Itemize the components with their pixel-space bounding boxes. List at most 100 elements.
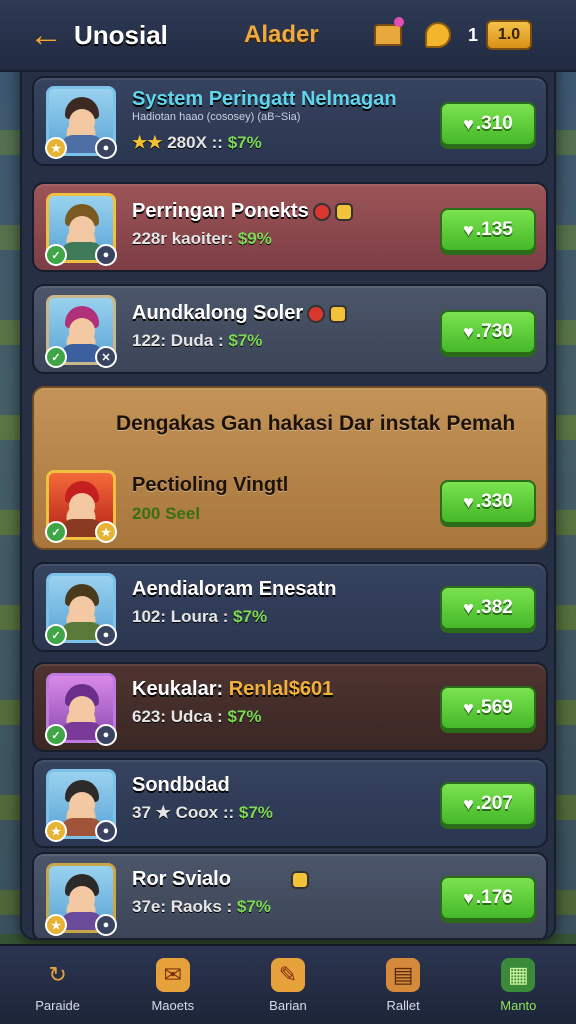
back-arrow-icon[interactable]: ← xyxy=(24,13,68,57)
list-item[interactable]: ★ ● Ror Svialo 37e: Raoks : $7% ♥ .176 xyxy=(32,852,548,938)
nav-label: Paraide xyxy=(35,997,80,1013)
avatar: ✓ ● xyxy=(45,673,117,746)
item-title-text: Keukalar: xyxy=(132,678,229,700)
item-subtitle: Hadiotan haao (cososey) (aB~Sia) xyxy=(132,111,301,123)
app-title: Unosial xyxy=(74,19,168,50)
buy-button-label: .135 xyxy=(475,219,513,240)
item-title: Aendialoram Enesatn xyxy=(132,578,337,600)
nav-item-manto[interactable]: ▦ Manto xyxy=(468,957,568,1013)
rank-badge-icon: ✓ xyxy=(45,624,67,646)
item-stats: 623: Udca : $7% xyxy=(132,707,261,727)
item-stats: 228r kaoiter: $9% xyxy=(132,229,272,249)
nav-label: Maoets xyxy=(151,997,195,1013)
featured-title: Dengakas Gan hakasi Dar instak Pemah xyxy=(116,412,516,435)
buy-button[interactable]: ♥ .330 xyxy=(440,480,536,524)
avatar: ★ ● xyxy=(45,769,117,842)
heart-icon: ♥ xyxy=(463,597,474,618)
nav-item-maoets[interactable]: ✉ Maoets xyxy=(123,957,223,1013)
coin-badge[interactable]: 1.0 xyxy=(486,20,533,50)
avatar: ✓ ● xyxy=(45,193,117,266)
refresh-icon: ↻ xyxy=(48,961,67,987)
item-stats: ★★ 280X :: $7% xyxy=(132,133,262,153)
item-title-text: Perringan Ponekts xyxy=(132,200,309,222)
item-title: Ror Svialo xyxy=(132,868,309,891)
avatar: ★ ● xyxy=(45,86,117,159)
nav-label: Manto xyxy=(500,997,537,1013)
buy-button[interactable]: ♥ .382 xyxy=(440,586,536,630)
list-item[interactable]: ✓ ● Keukalar: Renlal$601 623: Udca : $7%… xyxy=(32,662,548,752)
buy-button[interactable]: ♥ .207 xyxy=(440,782,536,826)
item-stats: 37 ★ Coox :: $7% xyxy=(132,803,273,823)
buy-button-label: .310 xyxy=(475,113,513,134)
buy-button-label: .207 xyxy=(475,793,513,814)
buy-button[interactable]: ♥ .176 xyxy=(440,876,536,920)
heart-icon: ♥ xyxy=(463,887,474,908)
coin-count: 1 xyxy=(468,24,479,45)
item-price: 200 Seel xyxy=(132,504,201,523)
buy-button-label: .330 xyxy=(475,491,513,512)
nav-item-rallet[interactable]: ▤ Rallet xyxy=(353,957,453,1013)
list-item[interactable]: ✓ ✕ Aundkalong Soler 122: Duda : $7% ♥ .7… xyxy=(32,284,548,374)
buy-button[interactable]: ♥ .310 xyxy=(440,102,536,146)
buy-button[interactable]: ♥ .135 xyxy=(440,208,536,252)
level-badge-icon: ● xyxy=(95,820,117,842)
stats-text: 228r kaoiter: xyxy=(132,229,238,248)
item-stats: 37e: Raoks : $7% xyxy=(132,897,271,917)
item-price: $7% xyxy=(228,331,263,350)
warning-icon xyxy=(307,304,326,323)
heart-icon: ♥ xyxy=(463,491,474,512)
heart-icon: ♥ xyxy=(463,321,474,342)
featured-offer-card[interactable]: Dengakas Gan hakasi Dar instak Pemah ✓ ★… xyxy=(32,386,548,550)
buy-button-label: .569 xyxy=(475,697,513,718)
nav-item-barian[interactable]: ✎ Barian xyxy=(238,957,338,1013)
shield-icon xyxy=(290,870,309,889)
notification-dot xyxy=(394,17,404,27)
item-title-text: Aundkalong Soler xyxy=(132,302,304,324)
grid-icon: ▦ xyxy=(501,957,536,992)
list-item[interactable]: ✓ ● Perringan Ponekts 228r kaoiter: $9% … xyxy=(32,182,548,272)
item-price: $7% xyxy=(227,707,262,726)
item-title: Pectioling Vingtl xyxy=(132,474,289,496)
list-item[interactable]: ★ ● Sondbdad 37 ★ Coox :: $7% ♥ .207 xyxy=(32,758,548,848)
item-price: $7% xyxy=(236,897,271,916)
rank-badge-icon: ✓ xyxy=(45,244,67,266)
avatar: ✓ ● xyxy=(45,573,117,646)
heart-icon: ♥ xyxy=(463,113,474,134)
rank-badge-icon: ✓ xyxy=(45,521,67,543)
level-badge-icon: ✕ xyxy=(95,346,117,368)
mail-icon: ✉ xyxy=(155,957,190,992)
nav-item-paraide[interactable]: ↻ Paraide xyxy=(8,958,108,1013)
screen-title: Alader xyxy=(244,21,319,48)
warning-icon xyxy=(312,202,331,221)
rating-stars: ★★ xyxy=(132,133,163,152)
avatar: ✓ ★ xyxy=(45,470,117,543)
rank-badge-icon: ★ xyxy=(45,137,67,159)
buy-button-label: .176 xyxy=(475,887,513,908)
chest-icon[interactable] xyxy=(372,17,404,51)
level-badge-icon: ● xyxy=(95,914,117,936)
top-bar: ← Unosial Alader 1 1.0 xyxy=(0,0,576,72)
item-price: $7% xyxy=(238,803,273,822)
avatar: ✓ ✕ xyxy=(45,295,117,368)
buy-button[interactable]: ♥ .730 xyxy=(440,310,536,354)
heart-icon: ♥ xyxy=(463,219,474,240)
stats-text: 122: Duda : xyxy=(132,331,229,350)
nav-label: Rallet xyxy=(386,997,420,1013)
stats-text: 102: Loura : xyxy=(132,607,234,626)
rank-badge-icon: ★ xyxy=(45,914,67,936)
list-item[interactable]: ★ ● System Peringatt Nelmagan Hadiotan h… xyxy=(32,76,548,166)
item-title-text: Ror Svialo xyxy=(132,868,231,890)
shield-icon xyxy=(334,202,353,221)
item-stats: 122: Duda : $7% xyxy=(132,331,262,351)
level-badge-icon: ● xyxy=(95,244,117,266)
item-title: Keukalar: Renlal$601 xyxy=(132,678,333,701)
bell-icon[interactable] xyxy=(422,19,454,51)
item-title: System Peringatt Nelmagan xyxy=(132,88,397,110)
buy-button[interactable]: ♥ .569 xyxy=(440,686,536,730)
list-item[interactable]: ✓ ● Aendialoram Enesatn 102: Loura : $7%… xyxy=(32,562,548,652)
item-title: Aundkalong Soler xyxy=(132,302,348,325)
avatar: ★ ● xyxy=(45,863,117,936)
shop-panel: ★ ● System Peringatt Nelmagan Hadiotan h… xyxy=(20,8,556,940)
buy-button-label: .382 xyxy=(475,597,513,618)
heart-icon: ♥ xyxy=(463,793,474,814)
